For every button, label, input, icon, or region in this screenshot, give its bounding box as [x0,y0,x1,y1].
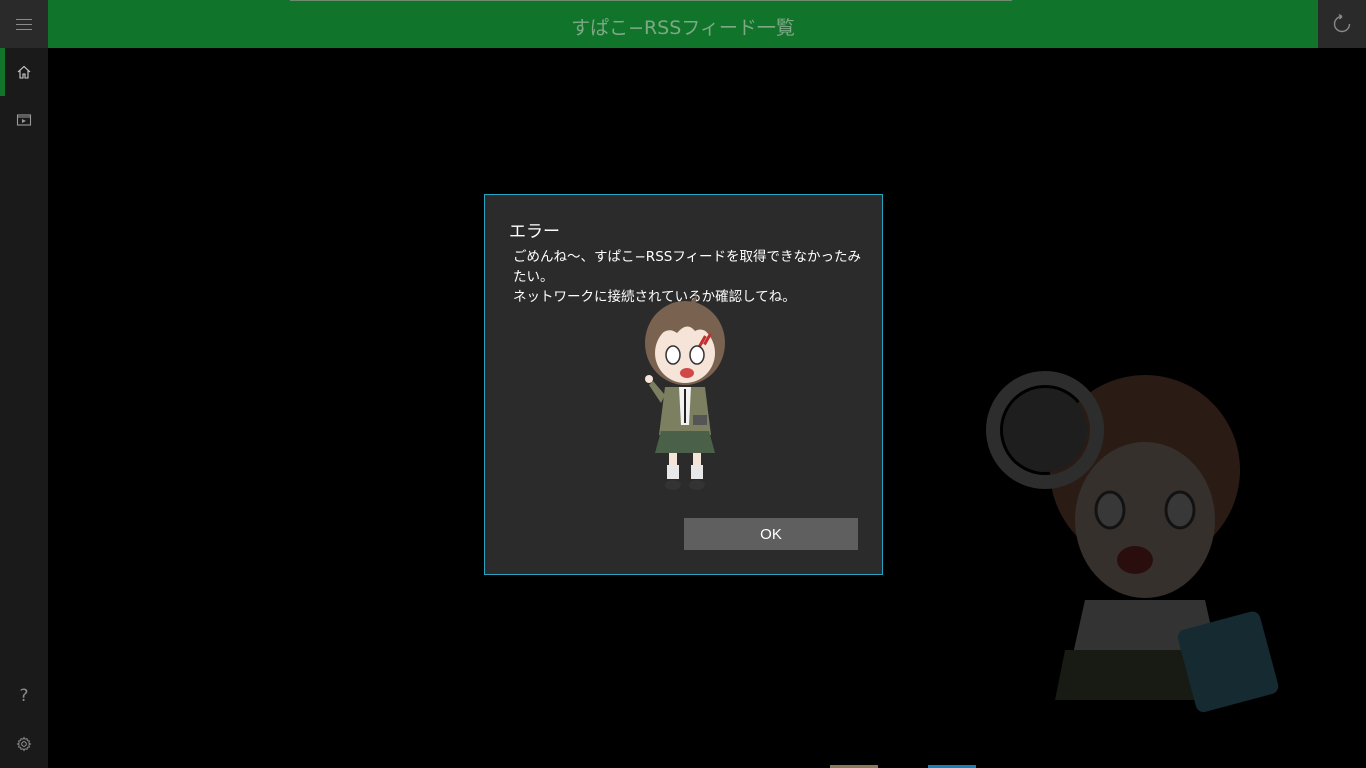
title-area: すぱこ−RSSフィード一覧 [48,0,1318,48]
dialog-message-line1: ごめんね〜、すぱこ−RSSフィードを取得できなかったみたい。 [513,249,862,285]
home-icon [17,65,31,79]
title-bar: すぱこ−RSSフィード一覧 [0,0,1366,48]
gear-icon [16,736,32,752]
refresh-button[interactable] [1318,0,1366,48]
nav-help[interactable]: ? [0,672,48,720]
page-title: すぱこ−RSSフィード一覧 [571,17,795,39]
background-mascot-image [986,371,1279,713]
left-nav: ? [0,48,48,768]
ok-button[interactable]: OK [684,518,858,550]
hamburger-icon [16,18,32,30]
video-icon [16,114,32,126]
error-dialog: エラー ごめんね〜、すぱこ−RSSフィードを取得できなかったみたい。 ネットワー… [484,194,883,575]
help-icon: ? [19,686,29,706]
menu-button[interactable] [0,0,48,48]
mascot-image [645,295,725,490]
loading-progress [290,0,1012,1]
dialog-title: エラー [509,222,560,242]
refresh-icon [1333,14,1351,33]
nav-settings[interactable] [0,720,48,768]
nav-video[interactable] [0,96,48,144]
nav-home[interactable] [0,48,48,96]
